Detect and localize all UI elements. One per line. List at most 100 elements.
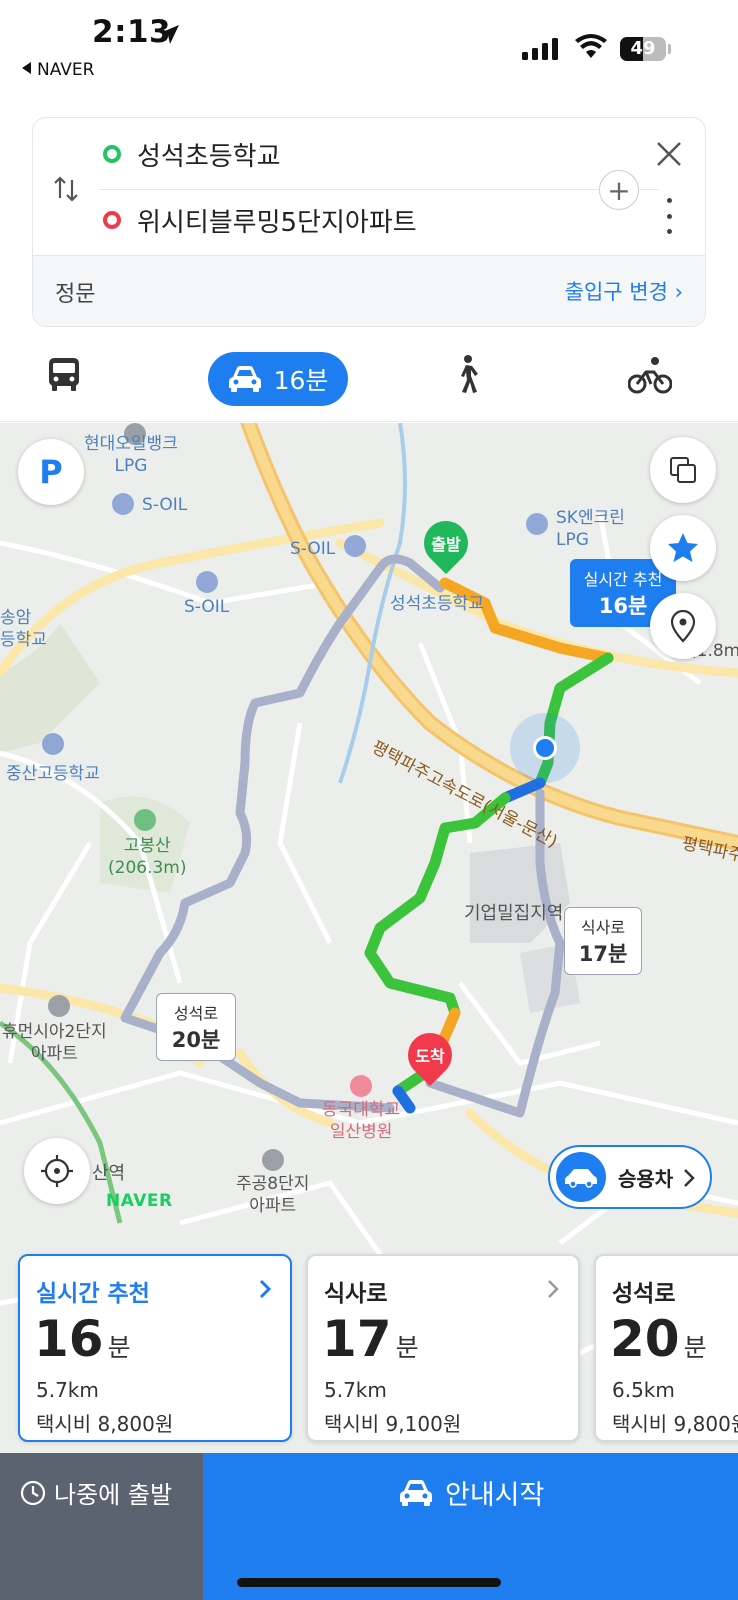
destination-dot-icon xyxy=(103,211,121,229)
origin-text: 성석초등학교 xyxy=(137,141,281,172)
entrance-bar: 정문 출입구 변경 › xyxy=(33,255,705,326)
layers-button[interactable] xyxy=(650,437,716,503)
field-divider xyxy=(99,189,659,190)
depart-later-label: 나중에 출발 xyxy=(54,1481,173,1509)
route-search-card: 성석초등학교 위시티블루밍5단지아파트 + 정문 출입구 변경 › xyxy=(32,117,706,327)
walk-icon[interactable] xyxy=(450,354,482,394)
map-label-origin-school: 성석초등학교 xyxy=(390,594,484,614)
back-arrow-icon xyxy=(22,62,31,74)
crosshair-icon xyxy=(41,1155,73,1187)
callout-siksa-name: 식사로 xyxy=(580,918,626,937)
mountain-icon xyxy=(134,809,156,831)
transport-mode-tabs: 16분 xyxy=(0,338,738,422)
end-pin-label: 도착 xyxy=(415,1047,445,1066)
route-name: 식사로 xyxy=(324,1281,388,1307)
route-time: 20 분 xyxy=(610,1310,707,1368)
map-label-sk-lpg: SK엔크린 LPG xyxy=(556,508,625,550)
callout-siksa[interactable]: 식사로 17분 xyxy=(564,907,642,975)
map-label-soil-1: S-OIL xyxy=(142,495,188,515)
battery-level: 49 xyxy=(630,38,656,59)
route-distance: 6.5km xyxy=(612,1378,675,1402)
hospital-icon xyxy=(350,1075,372,1097)
more-options-icon[interactable] xyxy=(665,198,673,234)
map-label-station: 산역 xyxy=(92,1163,126,1184)
location-pin-icon xyxy=(670,609,696,643)
callout-seongseok-time: 20분 xyxy=(171,1028,221,1052)
origin-dot-icon xyxy=(103,145,121,163)
map-label-lpg: 현대오일뱅크 LPG xyxy=(84,434,178,476)
destination-field[interactable]: 위시티블루밍5단지아파트 xyxy=(103,200,417,240)
start-pin-label: 출발 xyxy=(431,535,461,554)
battery-tip xyxy=(668,44,671,54)
route-options: 실시간 추천 16 분 5.7km 택시비 8,800원 식사로 17 분 5.7k… xyxy=(0,1254,738,1446)
route-card-recommended[interactable]: 실시간 추천 16 분 5.7km 택시비 8,800원 xyxy=(18,1254,292,1442)
school-icon xyxy=(42,733,64,755)
map-label-industrial: 기업밀집지역 xyxy=(464,903,564,924)
apartment-icon xyxy=(262,1149,284,1171)
callout-seongseok[interactable]: 성석로 20분 xyxy=(156,993,236,1061)
callout-recommended-name: 실시간 추천 xyxy=(583,570,663,589)
place-button[interactable] xyxy=(650,593,716,659)
gas-station-icon xyxy=(196,571,218,593)
my-location-button[interactable] xyxy=(24,1138,90,1204)
map-label-mountain: 고봉산 (206.3m) xyxy=(108,836,187,878)
cellular-signal-icon xyxy=(522,38,558,60)
back-app-label: NAVER xyxy=(37,60,95,80)
vehicle-type-button[interactable]: 승용차 xyxy=(548,1145,712,1209)
swap-icon[interactable] xyxy=(51,174,81,204)
chevron-right-icon xyxy=(548,1280,559,1298)
car-icon xyxy=(400,1479,432,1506)
route-taxi-fare: 택시비 9,100원 xyxy=(324,1412,462,1436)
home-indicator xyxy=(237,1578,501,1587)
car-time: 16분 xyxy=(273,366,329,395)
tab-car[interactable]: 16분 xyxy=(208,352,348,406)
location-arrow-icon xyxy=(160,25,179,44)
route-time: 16 분 xyxy=(34,1310,131,1368)
current-location-marker xyxy=(510,713,580,783)
favorite-button[interactable] xyxy=(650,515,716,581)
clock-icon xyxy=(20,1480,46,1505)
route-card-siksa[interactable]: 식사로 17 분 5.7km 택시비 9,100원 xyxy=(306,1254,580,1442)
map-label-soil-2: S-OIL xyxy=(290,539,336,559)
route-time: 17 분 xyxy=(322,1310,419,1368)
map-label-soil-3: S-OIL xyxy=(184,597,230,617)
wifi-icon xyxy=(575,34,607,58)
battery-indicator: 49 xyxy=(620,37,666,61)
parking-button[interactable]: P xyxy=(18,439,84,505)
map-label-hospital: 동국대학교 일산병원 xyxy=(322,1100,401,1142)
naver-logo: NAVER xyxy=(106,1191,173,1211)
route-taxi-fare: 택시비 9,800원 xyxy=(612,1412,738,1436)
close-icon[interactable] xyxy=(651,136,687,172)
chevron-right-icon xyxy=(684,1169,695,1187)
bike-icon[interactable] xyxy=(628,356,672,394)
start-navigation-label: 안내시작 xyxy=(445,1480,545,1511)
gas-station-icon xyxy=(112,493,134,515)
route-distance: 5.7km xyxy=(36,1378,99,1402)
callout-siksa-time: 17분 xyxy=(578,942,628,966)
car-icon xyxy=(228,366,261,392)
map-label-apt-left: 휴먼시아2단지 아파트 xyxy=(2,1022,107,1064)
origin-field[interactable]: 성석초등학교 xyxy=(103,134,281,174)
route-distance: 5.7km xyxy=(324,1378,387,1402)
bus-icon[interactable] xyxy=(47,356,81,392)
chevron-right-icon xyxy=(259,1279,272,1299)
destination-text: 위시티블루밍5단지아파트 xyxy=(137,207,417,238)
map-label-apt-bottom: 주공8단지 아파트 xyxy=(236,1174,310,1216)
add-waypoint-button[interactable]: + xyxy=(599,170,639,210)
back-to-app-link[interactable]: NAVER xyxy=(22,60,94,80)
route-name: 성석로 xyxy=(612,1281,676,1307)
route-taxi-fare: 택시비 8,800원 xyxy=(36,1412,174,1436)
map-label-school-left-top: 송암 등학교 xyxy=(0,608,47,650)
depart-later-button[interactable]: 나중에 출발 xyxy=(0,1453,203,1600)
callout-seongseok-name: 성석로 xyxy=(173,1004,219,1023)
change-entrance-link[interactable]: 출입구 변경 › xyxy=(565,276,683,306)
vehicle-type-label: 승용차 xyxy=(618,1166,674,1191)
car-icon xyxy=(556,1152,606,1202)
end-pin[interactable]: 도착 xyxy=(398,1023,462,1089)
start-pin[interactable]: 출발 xyxy=(414,511,478,577)
star-icon xyxy=(668,533,698,562)
route-card-seongseok[interactable]: 성석로 20 분 6.5km 택시비 9,800원 xyxy=(594,1254,738,1442)
entrance-label: 정문 xyxy=(55,282,96,307)
map-label-school-left: 중산고등학교 xyxy=(6,764,100,784)
lpg-station-icon xyxy=(526,513,548,535)
